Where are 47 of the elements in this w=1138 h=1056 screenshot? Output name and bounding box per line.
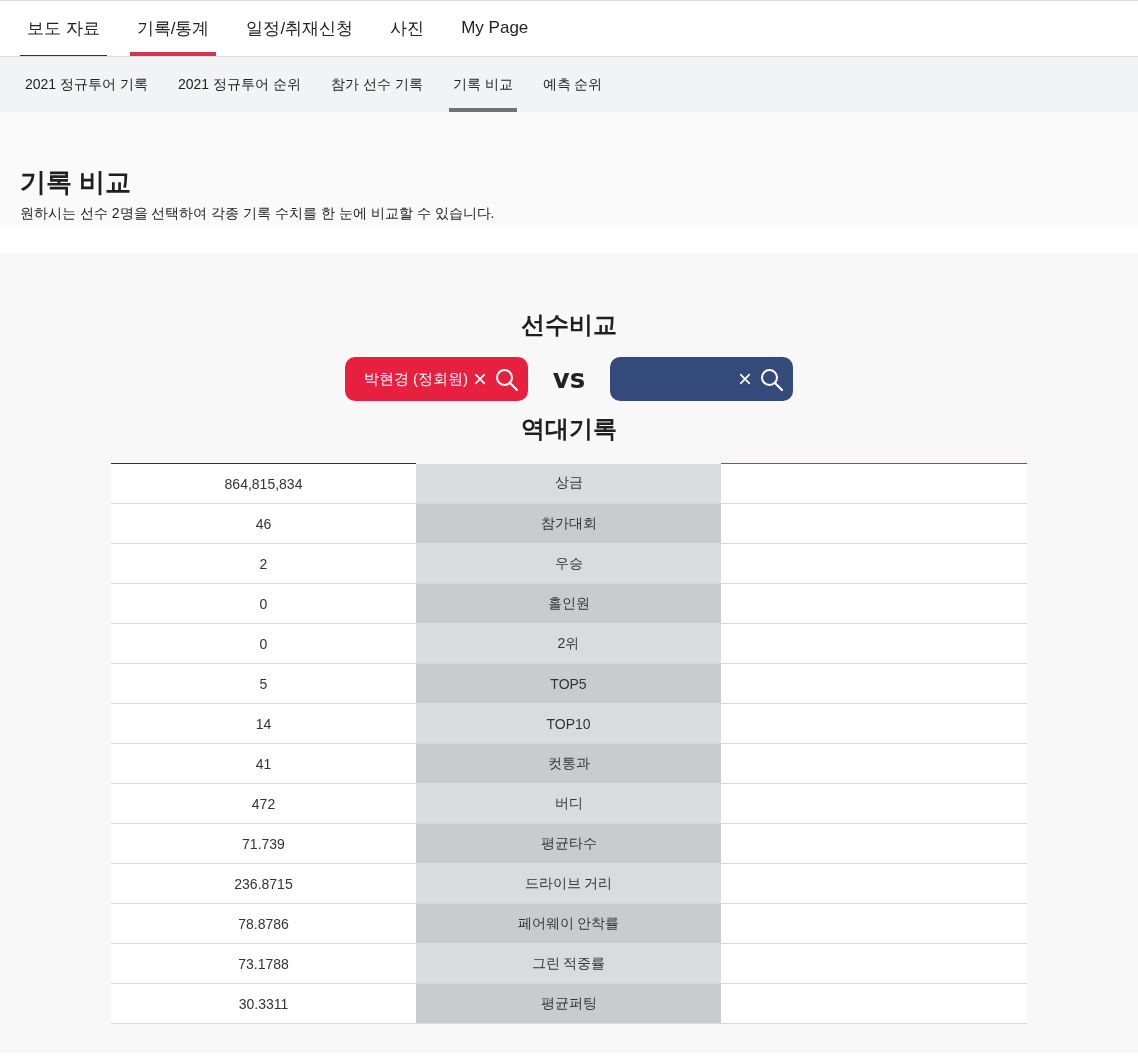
table-cell: 5 [111, 663, 416, 704]
table-cell: 0 [111, 583, 416, 624]
player-select-field[interactable] [610, 357, 793, 401]
nav-tab[interactable]: 보도 자료 [20, 1, 107, 56]
table-cell: 472 [111, 783, 416, 824]
table-cell: 0 [111, 623, 416, 664]
search-icon[interactable] [495, 367, 518, 391]
record-label-cell: 컷통과 [416, 743, 721, 784]
table-cell: 71.739 [111, 823, 416, 864]
table-cell: 78.8786 [111, 903, 416, 944]
nav-tab[interactable]: 일정/취재신청 [239, 1, 361, 56]
close-icon[interactable] [474, 373, 486, 385]
page-title: 기록 비교 [20, 166, 133, 198]
record-label-cell: TOP10 [416, 703, 721, 744]
sub-nav-tab[interactable]: 2021 정규투어 기록 [21, 57, 152, 112]
table-cell: 30.3311 [111, 983, 416, 1024]
table-cell: 46 [111, 503, 416, 544]
record-label-cell: 평균퍼팅 [416, 983, 721, 1024]
table-cell: 864,815,834 [111, 463, 416, 504]
table-cell: 236.8715 [111, 863, 416, 904]
record-label-cell: 상금 [416, 463, 721, 504]
table-cell: 41 [111, 743, 416, 784]
record-label-cell: TOP5 [416, 663, 721, 704]
section-title: 역대기록 [521, 414, 617, 444]
record-label-cell: 버디 [416, 783, 721, 824]
table-cell: 2 [111, 543, 416, 584]
close-icon[interactable] [739, 373, 751, 385]
record-label-cell: 평균타수 [416, 823, 721, 864]
table-cell: 73.1788 [111, 943, 416, 984]
section-title: 선수비교 [521, 310, 617, 340]
record-label-cell: 페어웨이 안착률 [416, 903, 721, 944]
versus-label: vs [551, 364, 587, 394]
record-label-cell: 그린 적중률 [416, 943, 721, 984]
table-cell: 14 [111, 703, 416, 744]
record-label-cell: 드라이브 거리 [416, 863, 721, 904]
sub-nav-tab[interactable]: 참가 선수 기록 [326, 57, 427, 112]
record-label-cell: 2위 [416, 623, 721, 664]
nav-tab[interactable]: My Page [454, 1, 536, 56]
record-label-cell: 홀인원 [416, 583, 721, 624]
nav-tab[interactable]: 사진 [383, 1, 432, 56]
player-select-field[interactable]: 박현경 (정회원) [345, 357, 528, 401]
sub-nav-tab[interactable]: 예측 순위 [538, 57, 607, 112]
record-label-cell: 우승 [416, 543, 721, 584]
record-label-cell: 참가대회 [416, 503, 721, 544]
search-icon[interactable] [760, 367, 783, 391]
page-description: 원하시는 선수 2명을 선택하여 각종 기록 수치를 한 눈에 비교할 수 있습니다. [20, 204, 496, 223]
sub-nav-tab[interactable]: 2021 정규투어 순위 [173, 57, 305, 112]
